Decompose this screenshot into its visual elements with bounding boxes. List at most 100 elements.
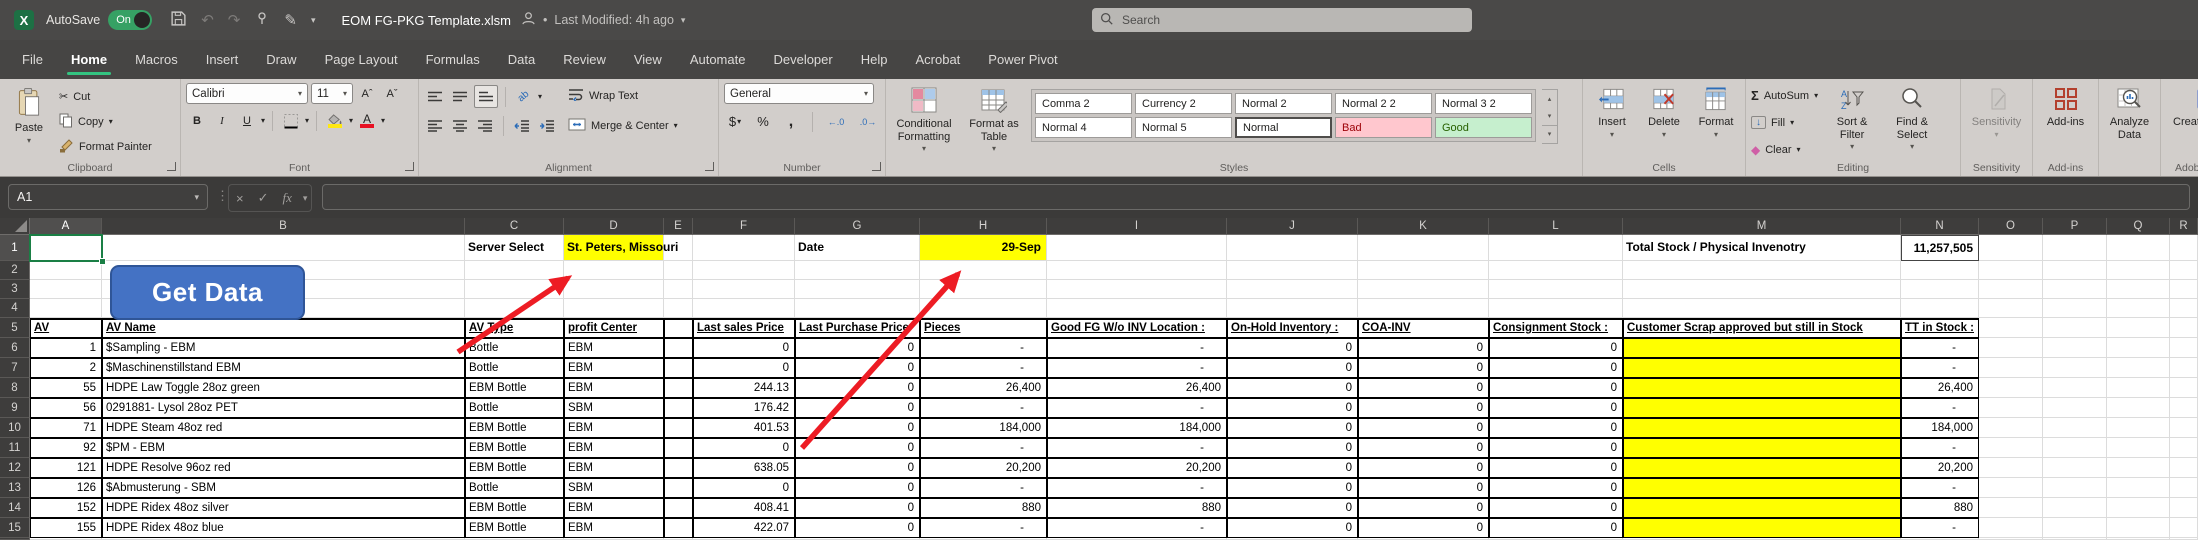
cell-J2[interactable] [1227,261,1358,280]
cell-O13[interactable] [1979,478,2043,498]
cell-R4[interactable] [2170,299,2198,318]
column-header-K[interactable]: K [1358,218,1489,235]
copy-button[interactable]: Copy ▾ [59,111,152,132]
cell-M12[interactable] [1623,458,1901,478]
cell-G14[interactable]: 0 [795,498,920,518]
cell-N5[interactable]: TT in Stock : [1901,318,1979,338]
cell-Q11[interactable] [2107,438,2170,458]
cell-O11[interactable] [1979,438,2043,458]
cell-L6[interactable]: 0 [1489,338,1623,358]
excel-app-icon[interactable]: X [14,10,34,30]
cell-L3[interactable] [1489,280,1623,299]
cell-D12[interactable]: EBM [564,458,664,478]
cell-J15[interactable]: 0 [1227,518,1358,538]
cell-N13[interactable]: - [1901,478,1979,498]
column-header-P[interactable]: P [2043,218,2107,235]
cell-P4[interactable] [2043,299,2107,318]
cell-G12[interactable]: 0 [795,458,920,478]
cell-N8[interactable]: 26,400 [1901,378,1979,398]
cell-C11[interactable]: EBM Bottle [465,438,564,458]
cell-C14[interactable]: EBM Bottle [465,498,564,518]
cell-M8[interactable] [1623,378,1901,398]
cell-B7[interactable]: $Maschinenstillstand EBM [102,358,465,378]
cell-J9[interactable]: 0 [1227,398,1358,418]
menu-tab-data[interactable]: Data [494,40,549,79]
cell-C9[interactable]: Bottle [465,398,564,418]
cell-C5[interactable]: AV Type [465,318,564,338]
menu-tab-home[interactable]: Home [57,40,121,79]
cell-G9[interactable]: 0 [795,398,920,418]
cell-F8[interactable]: 244.13 [693,378,795,398]
cell-J8[interactable]: 0 [1227,378,1358,398]
cell-R6[interactable] [2170,338,2198,358]
row-header-12[interactable]: 12 [0,458,30,478]
cell-K2[interactable] [1358,261,1489,280]
cell-P7[interactable] [2043,358,2107,378]
column-header-R[interactable]: R [2170,218,2198,235]
cell-J6[interactable]: 0 [1227,338,1358,358]
cell-I6[interactable]: - [1047,338,1227,358]
percent-style-button[interactable]: % [752,111,774,132]
select-all-corner[interactable] [0,218,30,235]
cell-A9[interactable]: 56 [30,398,102,418]
cell-L13[interactable]: 0 [1489,478,1623,498]
cell-Q10[interactable] [2107,418,2170,438]
menu-tab-insert[interactable]: Insert [192,40,253,79]
cell-D11[interactable]: EBM [564,438,664,458]
cell-L1[interactable] [1489,235,1623,261]
cell-J13[interactable]: 0 [1227,478,1358,498]
gallery-expand-icon[interactable]: ▾ [1542,125,1557,143]
row-header-5[interactable]: 5 [0,318,30,338]
align-center-button[interactable] [449,115,471,136]
font-size-select[interactable]: 11 ▾ [311,83,353,104]
cell-style-normal-2[interactable]: Normal 2 [1235,93,1332,114]
cell-O10[interactable] [1979,418,2043,438]
cell-J11[interactable]: 0 [1227,438,1358,458]
clipboard-dialog-launcher-icon[interactable] [167,162,176,171]
cell-P15[interactable] [2043,518,2107,538]
wrap-text-button[interactable]: Wrap Text [568,85,678,106]
row-header-7[interactable]: 7 [0,358,30,378]
menu-tab-page-layout[interactable]: Page Layout [311,40,412,79]
column-header-D[interactable]: D [564,218,664,235]
cell-J14[interactable]: 0 [1227,498,1358,518]
undo-icon[interactable]: ↶ [201,11,214,29]
sort-filter-button[interactable]: AZ Sort & Filter ▾ [1826,83,1878,151]
accounting-format-button[interactable]: $ ▾ [724,111,746,132]
cell-A5[interactable]: AV [30,318,102,338]
cancel-icon[interactable]: × [229,191,251,206]
cell-D6[interactable]: EBM [564,338,664,358]
cell-C10[interactable]: EBM Bottle [465,418,564,438]
cell-P10[interactable] [2043,418,2107,438]
gallery-scroll-down-icon[interactable]: ▾ [1542,107,1557,124]
cell-K5[interactable]: COA-INV [1358,318,1489,338]
cell-L5[interactable]: Consignment Stock : [1489,318,1623,338]
find-select-button[interactable]: Find & Select ▾ [1886,83,1938,151]
cell-M9[interactable] [1623,398,1901,418]
fill-button[interactable]: ↓ Fill ▾ [1751,112,1818,133]
cell-J1[interactable] [1227,235,1358,261]
column-header-B[interactable]: B [102,218,465,235]
cell-G13[interactable]: 0 [795,478,920,498]
cell-R1[interactable] [2170,235,2198,261]
cell-E15[interactable] [664,518,693,538]
cell-M11[interactable] [1623,438,1901,458]
cell-P2[interactable] [2043,261,2107,280]
cell-C4[interactable] [465,299,564,318]
cell-O2[interactable] [1979,261,2043,280]
cell-K1[interactable] [1358,235,1489,261]
cell-I7[interactable]: - [1047,358,1227,378]
cell-A2[interactable] [30,261,102,280]
format-painter-button[interactable]: Format Painter [59,136,152,157]
create-pdf-button[interactable]: Create a PDF [2173,83,2198,129]
cell-K14[interactable]: 0 [1358,498,1489,518]
cell-D2[interactable] [564,261,664,280]
cell-F14[interactable]: 408.41 [693,498,795,518]
cell-A14[interactable]: 152 [30,498,102,518]
cell-N3[interactable] [1901,280,1979,299]
borders-button[interactable] [280,110,302,131]
cell-R13[interactable] [2170,478,2198,498]
cell-L15[interactable]: 0 [1489,518,1623,538]
align-bottom-button[interactable] [474,85,498,108]
cell-N4[interactable] [1901,299,1979,318]
